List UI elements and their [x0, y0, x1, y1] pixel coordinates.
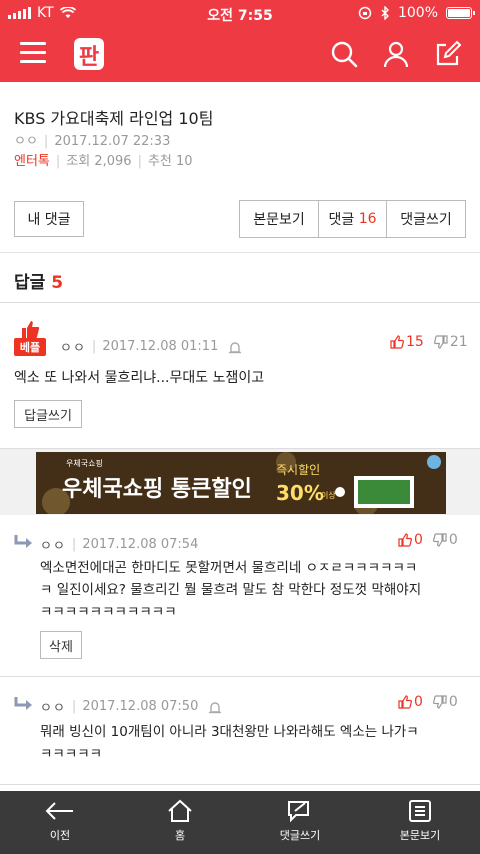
- comment-text-line: ㅋㅋㅋㅋㅋㅋㅋㅋㅋㅋㅋ: [40, 604, 177, 620]
- downvote-count: 0: [448, 532, 458, 548]
- comment-author: ㅇㅇ: [60, 341, 86, 356]
- report-icon[interactable]: [228, 340, 242, 354]
- my-comments-button[interactable]: 내 댓글: [14, 201, 84, 237]
- thumbs-up-icon: [398, 533, 412, 547]
- article-author: ㅇㅇ: [14, 134, 38, 149]
- reply-arrow-icon: [14, 535, 32, 548]
- pann-logo[interactable]: 판: [72, 34, 108, 74]
- comment-datetime: 2017.12.08 07:54: [82, 537, 199, 552]
- thumbs-up-badge-icon: [22, 321, 40, 338]
- ad-promo-suffix: 이상: [321, 490, 336, 500]
- reply-arrow-icon: [14, 697, 32, 710]
- delete-button[interactable]: 삭제: [40, 631, 82, 659]
- comment-datetime: 2017.12.08 07:50: [82, 699, 199, 714]
- ad-main-text: 우체국쇼핑 통큰할인: [62, 477, 252, 502]
- home-icon: [168, 799, 192, 822]
- downvote-button[interactable]: 0: [432, 532, 458, 548]
- write-comment-button[interactable]: 댓글쓰기: [387, 201, 465, 237]
- document-icon: [409, 800, 431, 822]
- logo-text: 판: [79, 45, 99, 70]
- comment-text-line: ㅋㅋㅋㅋㅋ: [40, 746, 103, 762]
- ad-banner-area: 우체국쇼핑 우체국쇼핑 통큰할인 즉시할인 30% 이상: [0, 449, 480, 515]
- article-meta: ㅇㅇ | 2017.12.07 22:33: [14, 134, 171, 149]
- menu-icon[interactable]: [20, 42, 46, 64]
- comment-author: ㅇㅇ: [40, 539, 66, 554]
- ad-banner[interactable]: 우체국쇼핑 우체국쇼핑 통큰할인 즉시할인 30% 이상: [36, 452, 446, 514]
- nav-view-post[interactable]: 본문보기: [360, 791, 480, 854]
- comment-text-line: ㅋ 일진이세요? 물흐리긴 뭘 물흐려 말도 참 막한다 정도껏 막해야지: [40, 582, 422, 598]
- nav-home[interactable]: 홈: [120, 791, 240, 854]
- user-icon[interactable]: [382, 40, 410, 68]
- reply-button[interactable]: 답글쓰기: [14, 400, 82, 428]
- article-datetime: 2017.12.07 22:33: [54, 134, 171, 149]
- back-arrow-icon: [45, 802, 73, 820]
- ad-promo-percent: 30%: [276, 481, 324, 505]
- comment-tab-group: 본문보기 댓글 16 댓글쓰기: [239, 200, 466, 238]
- nav-label: 본문보기: [399, 829, 441, 842]
- ad-brand-small: 우체국쇼핑: [66, 458, 103, 468]
- nav-write-comment[interactable]: 댓글쓰기: [240, 791, 360, 854]
- recommend-count: 추천 10: [147, 154, 193, 169]
- upvote-button[interactable]: 0: [398, 694, 423, 710]
- page-title: KBS 가요대축제 라인업 10팀: [14, 109, 214, 128]
- nav-label: 댓글쓰기: [279, 829, 321, 842]
- replies-heading: 답글 5: [14, 273, 64, 293]
- view-post-button[interactable]: 본문보기: [240, 201, 319, 237]
- best-comment: 베플 ㅇㅇ | 2017.12.08 01:11 15 21 엑소 또 나와서 물흐…: [0, 303, 480, 449]
- nav-prev[interactable]: 이전: [0, 791, 120, 854]
- comment-author: ㅇㅇ: [40, 701, 66, 716]
- upvote-count: 0: [414, 694, 423, 710]
- category-link[interactable]: 엔터톡: [14, 154, 50, 169]
- upvote-count: 0: [414, 532, 423, 548]
- status-bar: KT 오전 7:55 100%: [0, 0, 480, 26]
- ad-promo-top: 즉시할인: [276, 463, 320, 477]
- thumbs-up-icon: [390, 335, 404, 349]
- best-badge: 베플: [14, 338, 46, 356]
- thumbs-down-icon: [432, 533, 447, 547]
- app-header: 판: [0, 26, 480, 82]
- nav-label: 이전: [49, 829, 71, 842]
- views-count: 조회 2,096: [66, 154, 132, 169]
- comments-button[interactable]: 댓글 16: [319, 201, 387, 237]
- thumbs-down-icon: [432, 695, 447, 709]
- rotation-lock-icon: [358, 6, 372, 20]
- battery-percent: 100%: [397, 5, 438, 21]
- divider: [0, 252, 480, 253]
- search-icon[interactable]: [330, 40, 358, 68]
- bluetooth-icon: [381, 6, 389, 20]
- thumbs-up-icon: [398, 695, 412, 709]
- comment-text-line: 뭐래 빙신이 10개팀이 아니라 3대천왕만 나와라해도 엑소는 나가ㅋ: [40, 724, 419, 740]
- comment-text: 엑소 또 나와서 물흐리냐...무대도 노잼이고: [14, 370, 265, 386]
- comments-count: 16: [358, 211, 377, 227]
- nav-label: 홈: [174, 829, 186, 842]
- reply-comment: ㅇㅇ | 2017.12.08 07:50 0 0 뭐래 빙신이 10개팀이 아니라…: [0, 677, 480, 785]
- downvote-button[interactable]: 21: [433, 334, 468, 350]
- replies-count: 5: [51, 273, 64, 293]
- article-stats: 엔터톡 | 조회 2,096 | 추천 10: [14, 154, 193, 169]
- write-comment-icon: [288, 801, 309, 823]
- upvote-button[interactable]: 15: [390, 334, 424, 350]
- downvote-count: 0: [448, 694, 458, 710]
- comment-datetime: 2017.12.08 01:11: [102, 339, 219, 354]
- bottom-nav: 이전 홈 댓글쓰기 본문보기: [0, 791, 480, 854]
- battery-icon: [446, 7, 475, 19]
- thumbs-down-icon: [433, 335, 448, 349]
- report-icon[interactable]: [208, 700, 222, 714]
- upvote-button[interactable]: 0: [398, 532, 423, 548]
- comment-text-line: 엑소면전에대곤 한마디도 못할꺼면서 물흐리네 ㅇㅈㄹㅋㅋㅋㅋㅋㅋ: [40, 560, 418, 576]
- downvote-button[interactable]: 0: [432, 694, 458, 710]
- upvote-count: 15: [406, 334, 424, 350]
- downvote-count: 21: [449, 334, 468, 350]
- reply-comment: ㅇㅇ | 2017.12.08 07:54 0 0 엑소면전에대곤 한마디도 못할꺼…: [0, 515, 480, 677]
- compose-icon[interactable]: [434, 40, 462, 68]
